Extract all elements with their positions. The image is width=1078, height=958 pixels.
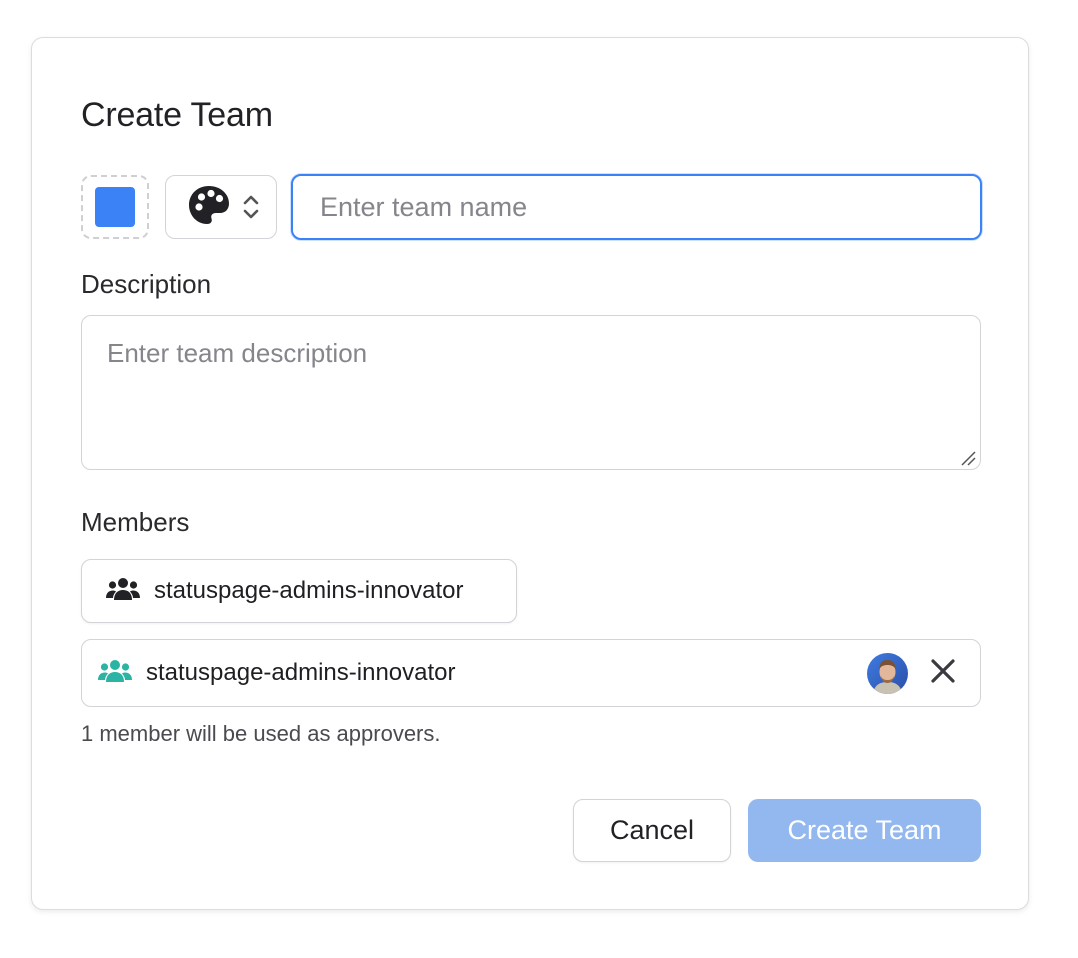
users-icon: [98, 658, 132, 689]
member-group-label: statuspage-admins-innovator: [154, 577, 464, 604]
dialog-title: Create Team: [81, 96, 273, 134]
avatar: [867, 653, 908, 694]
selected-member-label: statuspage-admins-innovator: [146, 659, 456, 686]
team-icon-picker[interactable]: [165, 175, 277, 239]
close-icon: [930, 658, 956, 689]
description-textarea[interactable]: [81, 315, 981, 470]
team-name-input[interactable]: [291, 174, 982, 240]
description-label: Description: [81, 269, 212, 299]
resize-handle-icon[interactable]: [960, 450, 976, 466]
palette-icon: [188, 185, 230, 230]
create-team-button[interactable]: Create Team: [748, 799, 981, 862]
users-icon: [106, 576, 140, 607]
team-color-picker[interactable]: [81, 175, 149, 239]
selected-member-row: statuspage-admins-innovator: [81, 639, 981, 707]
member-group-option[interactable]: statuspage-admins-innovator: [81, 559, 517, 623]
create-team-dialog: Create Team Description Me: [31, 37, 1029, 910]
cancel-button[interactable]: Cancel: [573, 799, 731, 862]
team-color-swatch: [95, 187, 135, 227]
remove-member-button[interactable]: [926, 656, 960, 690]
chevron-up-down-icon: [242, 192, 260, 222]
approvers-helper-text: 1 member will be used as approvers.: [81, 721, 441, 746]
members-label: Members: [81, 507, 190, 537]
